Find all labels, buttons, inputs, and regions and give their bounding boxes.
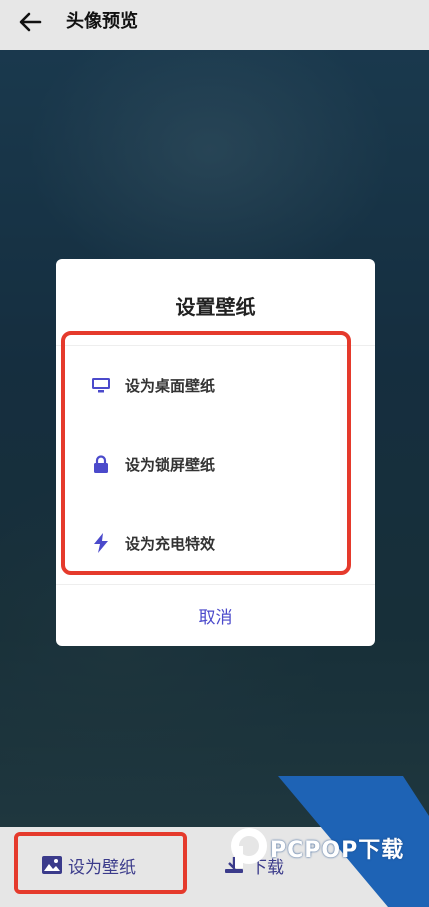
watermark-p-icon — [231, 828, 267, 868]
watermark-text: PCPOP下载 — [270, 838, 405, 863]
top-bar: 头像预览 — [0, 0, 429, 50]
page-title: 头像预览 — [66, 11, 138, 32]
highlight-box-options — [61, 331, 351, 575]
dialog-title: 设置壁纸 — [175, 295, 256, 319]
divider — [56, 584, 375, 585]
back-arrow-icon[interactable] — [14, 6, 44, 36]
highlight-box-set-wallpaper — [14, 832, 187, 894]
cancel-button[interactable]: 取消 — [56, 603, 375, 628]
